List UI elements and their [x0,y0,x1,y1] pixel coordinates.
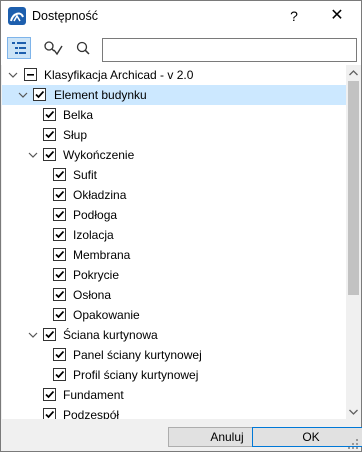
tree-list-icon [12,42,26,54]
tree-item-sciana-kurtynowa[interactable]: Ściana kurtynowa [2,325,346,345]
tree-item-label: Okładzina [73,188,127,202]
checkbox[interactable] [43,128,56,141]
tree-item-panel-sciany[interactable]: Panel ściany kurtynowej [2,345,346,365]
resize-grip-icon[interactable] [347,438,359,450]
tree-item-label: Podzespół [63,408,120,419]
tree-item-opakowanie[interactable]: Opakowanie [2,305,346,325]
checkbox[interactable] [43,388,56,401]
title-bar[interactable]: Dostępność ? ✕ [1,1,361,31]
search-icon [76,41,90,55]
tree-item-label: Wykończenie [63,148,135,162]
dialog-footer: Anuluj OK [1,419,362,451]
tree-item-okladzina[interactable]: Okładzina [2,185,346,205]
dialog-window: Dostępność ? ✕ Klasyfikacja Archicad - v… [0,0,362,452]
filter-checked-button[interactable] [41,37,65,59]
tree-item-label: Pokrycie [73,268,120,282]
checkbox[interactable] [53,348,66,361]
vertical-scrollbar[interactable] [346,65,361,419]
scroll-up-button[interactable] [346,65,361,80]
chevron-down-icon[interactable] [27,329,39,341]
tree-item-label: Podłoga [73,208,118,222]
checkbox[interactable] [53,168,66,181]
ok-button[interactable]: OK [252,427,362,447]
archicad-app-icon [8,7,26,25]
tree-view-toggle-button[interactable] [7,37,31,59]
tree-item-label: Profil ściany kurtynowej [73,368,199,382]
tree-item-label: Opakowanie [73,308,140,322]
checkbox[interactable] [53,208,66,221]
tree-item-label: Belka [63,108,94,122]
tree-item-membrana[interactable]: Membrana [2,245,346,265]
tree-item-podzespol[interactable]: Podzespół [2,405,346,419]
checkbox[interactable] [43,148,56,161]
classification-tree[interactable]: Klasyfikacja Archicad - v 2.0 Element bu… [2,65,346,419]
checkbox[interactable] [53,368,66,381]
tree-item-izolacja[interactable]: Izolacja [2,225,346,245]
checkbox[interactable] [53,188,66,201]
checkbox[interactable] [53,268,66,281]
chevron-down-icon[interactable] [27,149,39,161]
search-input[interactable] [102,38,357,62]
scrollbar-thumb[interactable] [348,81,359,295]
checkbox[interactable] [33,88,46,101]
tree-item-podloga[interactable]: Podłoga [2,205,346,225]
tree-item-fundament[interactable]: Fundament [2,385,346,405]
tree-item-label: Fundament [63,388,124,402]
checkbox[interactable] [43,108,56,121]
chevron-down-icon [349,409,358,415]
indeterminate-checkbox[interactable] [24,68,37,81]
tree-item-label: Element budynku [54,88,147,102]
tree-item-label: Klasyfikacja Archicad - v 2.0 [44,68,194,82]
chevron-up-icon [349,69,358,75]
close-button[interactable]: ✕ [315,1,359,31]
tree-item-label: Membrana [73,248,131,262]
tree-item-slup[interactable]: Słup [2,125,346,145]
chevron-down-icon[interactable] [17,89,29,101]
tree-item-sufit[interactable]: Sufit [2,165,346,185]
checkbox[interactable] [53,248,66,261]
chevron-down-icon[interactable] [7,69,19,81]
scroll-down-button[interactable] [346,404,361,419]
tree-root-row[interactable]: Klasyfikacja Archicad - v 2.0 [2,65,346,85]
checkbox[interactable] [43,328,56,341]
tree-item-label: Panel ściany kurtynowej [73,348,202,362]
checkbox[interactable] [43,408,56,419]
tree-item-wykonczenie[interactable]: Wykończenie [2,145,346,165]
checkbox[interactable] [53,228,66,241]
help-button[interactable]: ? [279,1,309,31]
tree-item-label: Słup [63,128,88,142]
tree-item-label: Osłona [73,288,112,302]
tree-item-label: Sufit [73,168,98,182]
checkbox[interactable] [53,288,66,301]
checkbox[interactable] [53,308,66,321]
tree-item-pokrycie[interactable]: Pokrycie [2,265,346,285]
tree-item-element-budynku[interactable]: Element budynku [2,85,346,105]
search-check-icon [44,41,63,56]
tree-item-oslona[interactable]: Osłona [2,285,346,305]
tree-item-label: Ściana kurtynowa [63,328,158,342]
window-title: Dostępność [32,9,99,23]
tree-item-profil-sciany[interactable]: Profil ściany kurtynowej [2,365,346,385]
search-button[interactable] [71,37,95,59]
tree-item-belka[interactable]: Belka [2,105,346,125]
tree-item-label: Izolacja [73,228,114,242]
